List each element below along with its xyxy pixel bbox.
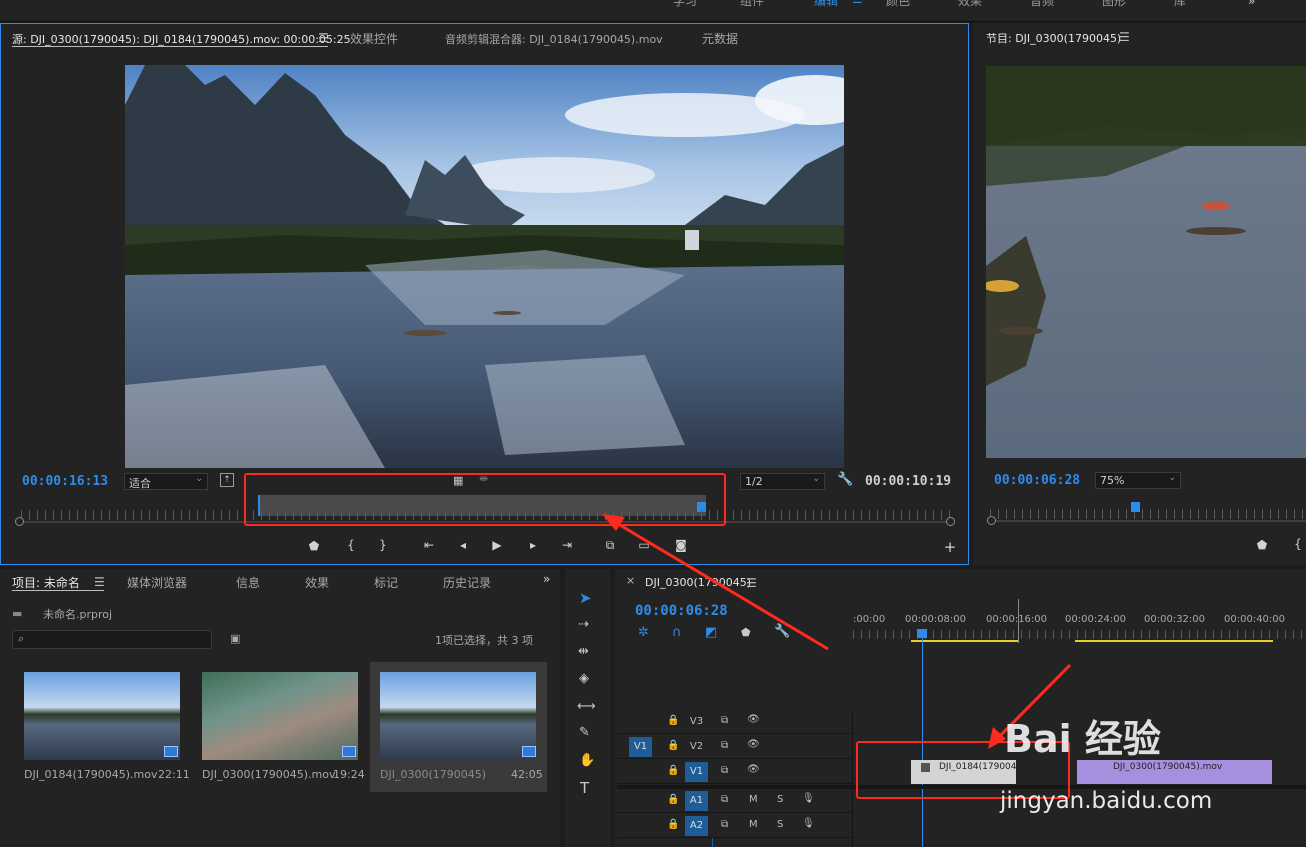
baidu-watermark-logo: Bai 经验 xyxy=(1004,717,1161,761)
annotation-arrow-head xyxy=(602,514,625,531)
annotation-arrow-line xyxy=(607,516,829,651)
baidu-watermark-url: jingyan.baidu.com xyxy=(1000,788,1213,814)
